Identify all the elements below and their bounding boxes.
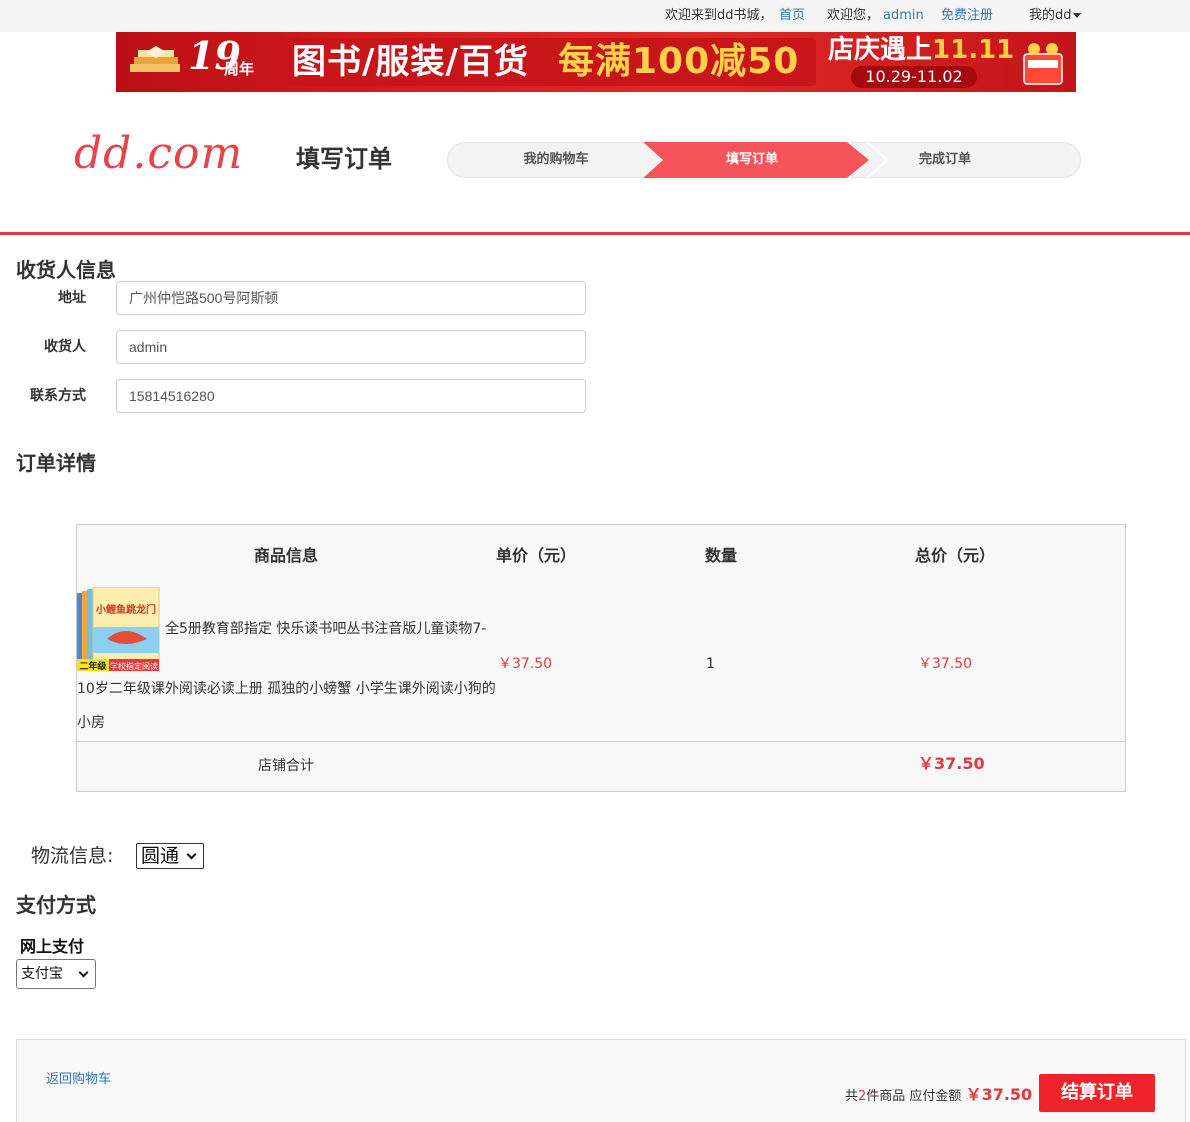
checkout-steps: 我的购物车 填写订单 完成订单 <box>447 142 1081 178</box>
promo-banner[interactable]: 19 周年 图书/服装/百货 每满100减50 店庆遇上11.11 10.29-… <box>116 32 1076 92</box>
phone-input[interactable] <box>116 379 586 413</box>
shop-total-label: 店铺合计 <box>258 758 314 774</box>
payment-selected-value: 支付宝 <box>21 966 63 982</box>
top-bar: 欢迎来到dd书城， 首页 欢迎您， admin 免费注册 我的dd <box>0 0 1190 32</box>
header-divider <box>0 232 1190 235</box>
header-unit-price: 单价（元） <box>496 546 577 565</box>
receiver-name-label: 收货人 <box>44 339 86 355</box>
header-total-price: 总价（元） <box>915 546 996 565</box>
order-section-title: 订单详情 <box>16 451 96 475</box>
item-quantity: 1 <box>706 656 715 672</box>
svg-text:二年级: 二年级 <box>79 660 107 672</box>
shipping-label: 物流信息: <box>31 845 114 867</box>
gift-icon <box>1023 43 1063 85</box>
address-input[interactable] <box>116 281 586 315</box>
welcome-text: 欢迎来到dd书城， <box>665 8 773 23</box>
back-to-cart-link[interactable]: 返回购物车 <box>46 1070 111 1090</box>
shipping-select[interactable]: 圆通 <box>136 843 204 869</box>
svg-text:学校指定阅读: 学校指定阅读 <box>110 661 158 671</box>
site-logo[interactable]: dd.com <box>74 128 243 180</box>
online-payment-label: 网上支付 <box>20 937 85 956</box>
receiver-section-title: 收货人信息 <box>16 258 116 282</box>
payment-method-select[interactable]: 支付宝 <box>16 959 96 989</box>
order-table: 商品信息 单价（元） 数量 总价（元） 小鲤鱼跳龙门 二年级 学校指定阅读 全5… <box>76 524 1126 792</box>
caret-down-icon <box>1072 13 1081 18</box>
item-total-price: ￥37.50 <box>918 656 973 672</box>
product-title-line-1[interactable]: 全5册教育部指定 快乐读书吧丛书注音版儿童读物7- <box>165 619 486 639</box>
header-product: 商品信息 <box>254 546 319 565</box>
product-title-line-3: 小房 <box>77 715 105 731</box>
payment-section-title: 支付方式 <box>16 893 96 917</box>
receiver-name-input[interactable] <box>116 330 586 364</box>
step-fill-order: 填写订单 <box>725 152 778 167</box>
username-link[interactable]: admin <box>883 7 924 25</box>
page-title: 填写订单 <box>296 145 392 173</box>
order-summary: 共2件商品 应付金额 ￥37.50 <box>845 1085 1032 1107</box>
books-icon <box>130 46 180 72</box>
shop-total-amount: ￥37.50 <box>918 754 985 773</box>
my-dd-dropdown[interactable]: 我的dd <box>1029 7 1081 25</box>
banner-categories: 图书/服装/百货 <box>292 42 529 82</box>
my-dd-label: 我的dd <box>1029 8 1072 23</box>
banner-date-range: 10.29-11.02 <box>851 66 977 88</box>
festival-text: 店庆遇上 <box>828 35 933 65</box>
checkout-button[interactable]: 结算订单 <box>1039 1074 1155 1112</box>
summary-mid: 件商品 应付金额 <box>866 1089 962 1104</box>
row-divider <box>77 741 1125 742</box>
item-unit-price: ￥37.50 <box>498 656 553 672</box>
payable-amount: ￥37.50 <box>965 1085 1033 1104</box>
festival-date-mark: 11.11 <box>932 35 1015 65</box>
step-complete: 完成订单 <box>918 152 971 167</box>
chevron-down-icon <box>78 967 89 978</box>
chevron-down-icon <box>186 849 197 860</box>
home-link[interactable]: 首页 <box>779 7 805 25</box>
register-link[interactable]: 免费注册 <box>941 7 993 25</box>
step-cart: 我的购物车 <box>523 152 589 167</box>
svg-text:小鲤鱼跳龙门: 小鲤鱼跳龙门 <box>95 603 156 616</box>
address-label: 地址 <box>58 290 86 306</box>
header-quantity: 数量 <box>705 546 738 565</box>
product-title-line-2: 10岁二年级课外阅读必读上册 孤独的小螃蟹 小学生课外阅读小狗的 <box>77 681 496 697</box>
anniversary-suffix: 周年 <box>224 60 255 78</box>
product-cover-image[interactable]: 小鲤鱼跳龙门 二年级 学校指定阅读 <box>77 587 161 673</box>
banner-festival: 店庆遇上11.11 <box>828 32 1014 68</box>
banner-promo: 每满100减50 <box>558 41 800 82</box>
summary-prefix: 共 <box>845 1089 859 1104</box>
phone-label: 联系方式 <box>30 388 86 404</box>
greeting-text: 欢迎您， <box>827 8 880 23</box>
shipping-selected-value: 圆通 <box>141 845 180 867</box>
checkout-footer <box>16 1039 1186 1122</box>
